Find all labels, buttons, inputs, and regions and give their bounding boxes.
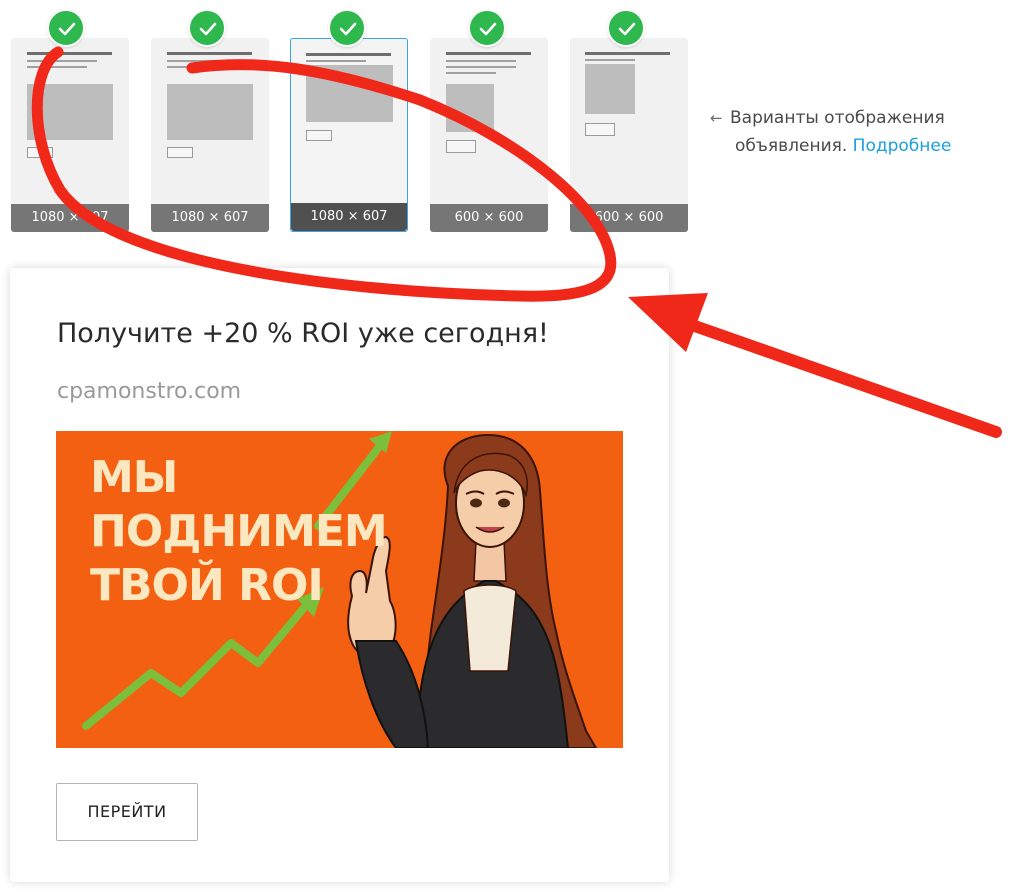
format-thumbnail-1[interactable]: 1080 × 607 — [11, 38, 129, 232]
thumb-image-placeholder — [585, 64, 635, 114]
thumb-text-bar — [27, 60, 97, 62]
format-size-label: 1080 × 607 — [151, 204, 269, 232]
format-variants-note: ← Варианты отображения объявления. Подроб… — [710, 104, 1010, 160]
format-size-label: 600 × 600 — [570, 204, 688, 232]
check-icon — [607, 9, 645, 47]
note-text-line2: объявления. — [735, 136, 848, 156]
thumb-text-bar — [306, 60, 366, 62]
ad-preview-card: Получите +20 % ROI уже сегодня! cpamonst… — [10, 268, 669, 882]
thumb-image-placeholder — [306, 65, 393, 122]
thumb-text-bar — [446, 66, 516, 68]
note-text-line1: Варианты отображения — [730, 108, 945, 128]
woman-eye-left — [470, 498, 482, 508]
thumb-title-bar — [306, 53, 391, 56]
thumb-title-bar — [585, 52, 670, 55]
thumb-title-bar — [446, 52, 531, 55]
ad-title: Получите +20 % ROI уже сегодня! — [57, 318, 549, 349]
banner-line: ПОДНИМЕМ — [90, 506, 388, 557]
arrow-left-icon: ← — [710, 109, 723, 127]
thumb-text-bar — [585, 59, 635, 61]
thumb-text-bar — [27, 66, 87, 68]
ad-banner-image: МЫ ПОДНИМЕМ ТВОЙ ROI — [56, 431, 623, 748]
growth-arrow-lower — [82, 599, 312, 730]
thumb-image-placeholder — [446, 84, 494, 132]
thumb-title-bar — [27, 52, 112, 55]
check-icon — [47, 9, 85, 47]
ad-domain: cpamonstro.com — [57, 379, 242, 404]
thumb-image-placeholder — [167, 84, 253, 140]
thumb-text-bar — [446, 72, 496, 74]
banner-headline: МЫ ПОДНИМЕМ ТВОЙ ROI — [90, 451, 388, 613]
format-thumbnail-3-selected[interactable]: 1080 × 607 — [290, 38, 408, 232]
woman-eye-right — [498, 498, 510, 508]
annotation-arrow-shaft — [666, 312, 1002, 438]
thumb-text-bar — [167, 66, 227, 68]
more-info-link[interactable]: Подробнее — [853, 136, 952, 156]
woman-sleeve — [354, 640, 430, 748]
format-thumbnail-5[interactable]: 600 × 600 — [570, 38, 688, 232]
thumb-button-placeholder — [167, 147, 193, 158]
thumb-button-placeholder — [27, 147, 53, 158]
check-icon — [188, 9, 226, 47]
thumb-image-placeholder — [27, 84, 113, 140]
check-icon — [328, 9, 366, 47]
format-thumbnail-2[interactable]: 1080 × 607 — [151, 38, 269, 232]
thumb-title-bar — [167, 52, 252, 55]
check-icon — [468, 9, 506, 47]
format-size-label: 600 × 600 — [430, 204, 548, 232]
thumb-text-bar — [167, 60, 237, 62]
woman-blouse — [463, 584, 517, 672]
thumb-button-placeholder — [306, 130, 332, 141]
banner-line: МЫ — [90, 452, 178, 503]
format-size-label: 1080 × 607 — [291, 203, 407, 231]
thumb-button-placeholder — [446, 140, 476, 153]
format-size-label: 1080 × 607 — [11, 204, 129, 232]
format-thumbnail-4[interactable]: 600 × 600 — [430, 38, 548, 232]
thumb-text-bar — [446, 60, 516, 62]
go-button[interactable]: ПЕРЕЙТИ — [56, 783, 198, 841]
thumb-button-placeholder — [585, 123, 615, 136]
banner-line: ТВОЙ ROI — [90, 560, 324, 611]
